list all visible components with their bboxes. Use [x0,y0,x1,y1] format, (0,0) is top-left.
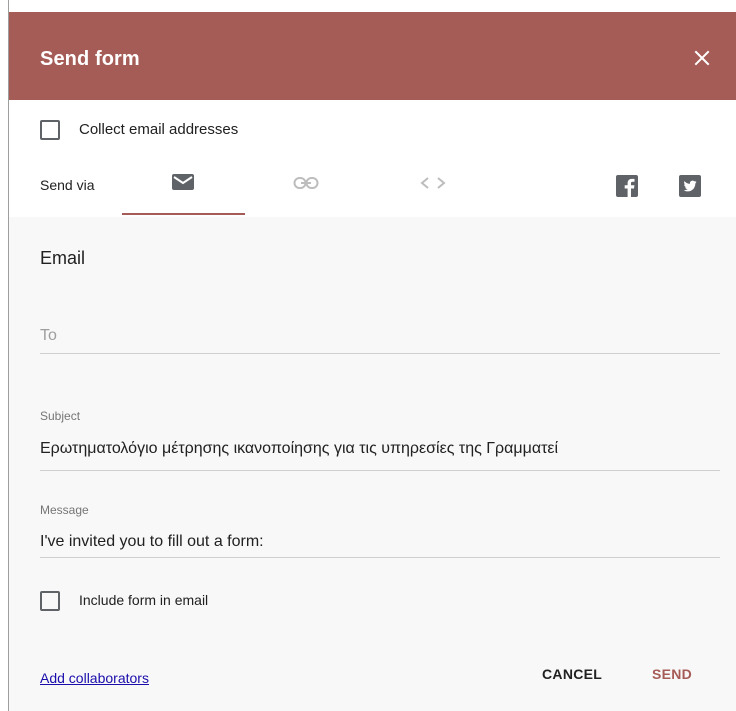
message-field[interactable]: I've invited you to fill out a form: [40,533,720,551]
include-form-checkbox[interactable] [40,591,60,611]
send-options-panel: Collect email addresses Send via [9,100,736,217]
email-panel: Email Subject Ερωτηματολόγιο μέτρησης ικ… [9,217,736,711]
page-edge [0,0,9,711]
tab-embed[interactable] [394,158,474,215]
code-icon [420,177,446,189]
send-button[interactable]: SEND [652,666,692,682]
collect-email-checkbox[interactable] [40,120,60,140]
active-tab-indicator [122,213,245,215]
send-via-label: Send via [40,177,95,193]
add-collaborators-link[interactable]: Add collaborators [40,670,149,686]
cancel-button[interactable]: CANCEL [542,666,602,682]
email-section-title: Email [40,248,86,268]
subject-field[interactable]: Ερωτηματολόγιο μέτρησης ικανοποίησης για… [40,440,720,458]
close-icon [694,50,710,66]
tab-email[interactable] [122,158,245,215]
link-icon [293,177,319,189]
close-button[interactable] [690,46,714,70]
top-strip [9,0,736,12]
message-field-underline [40,557,720,558]
facebook-icon [616,175,638,197]
to-field-underline [40,353,720,354]
include-form-label: Include form in email [79,592,209,608]
to-field[interactable] [40,325,720,347]
collect-email-label: Collect email addresses [79,121,239,138]
message-label: Message [40,503,89,517]
mail-icon [172,174,194,190]
subject-field-underline [40,470,720,471]
tab-link[interactable] [267,158,347,215]
dialog-header: Send form [9,12,736,100]
facebook-share-button[interactable] [616,175,638,202]
twitter-share-button[interactable] [679,175,701,202]
twitter-icon [679,175,701,197]
dialog-title: Send form [40,48,140,70]
subject-label: Subject [40,409,81,423]
